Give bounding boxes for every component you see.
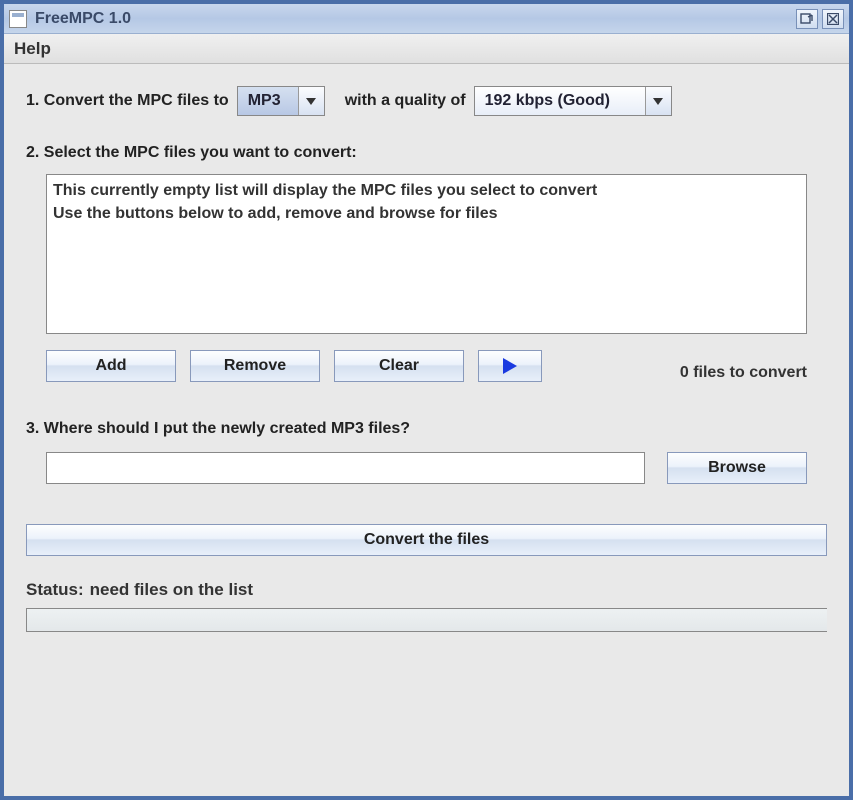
convert-row: Convert the files xyxy=(26,524,827,556)
app-window: FreeMPC 1.0 Help 1. Convert the MPC file… xyxy=(0,0,853,800)
close-button[interactable] xyxy=(822,9,844,29)
file-buttons-row: Add Remove Clear 0 files to convert xyxy=(46,350,807,382)
chevron-down-icon xyxy=(645,87,671,115)
play-button[interactable] xyxy=(478,350,542,382)
format-dropdown[interactable]: MP3 xyxy=(237,86,325,116)
browse-button[interactable]: Browse xyxy=(667,452,807,484)
step3-section: 3. Where should I put the newly created … xyxy=(26,420,827,484)
output-path-input[interactable] xyxy=(46,452,645,484)
play-icon xyxy=(503,358,517,374)
menubar: Help xyxy=(4,34,849,64)
step3-label: 3. Where should I put the newly created … xyxy=(26,420,827,438)
content-area: 1. Convert the MPC files to MP3 with a q… xyxy=(4,64,849,796)
add-button[interactable]: Add xyxy=(46,350,176,382)
file-count: 0 files to convert xyxy=(680,350,807,382)
step1-row: 1. Convert the MPC files to MP3 with a q… xyxy=(26,86,827,116)
file-list-hint2: Use the buttons below to add, remove and… xyxy=(53,202,800,225)
step1-label-mid: with a quality of xyxy=(345,92,466,110)
status-text: need files on the list xyxy=(90,580,253,600)
file-list-hint1: This currently empty list will display t… xyxy=(53,179,800,202)
window-title: FreeMPC 1.0 xyxy=(35,10,796,28)
convert-button[interactable]: Convert the files xyxy=(26,524,827,556)
status-row: Status: need files on the list xyxy=(26,580,827,600)
quality-dropdown[interactable]: 192 kbps (Good) xyxy=(474,86,672,116)
step2-label: 2. Select the MPC files you want to conv… xyxy=(26,144,827,162)
clear-button[interactable]: Clear xyxy=(334,350,464,382)
maximize-button[interactable] xyxy=(796,9,818,29)
quality-value: 192 kbps (Good) xyxy=(475,87,645,115)
close-icon xyxy=(827,13,839,25)
window-controls xyxy=(796,9,844,29)
output-row: Browse xyxy=(46,452,807,484)
chevron-down-icon xyxy=(298,87,324,115)
step1-label-before: 1. Convert the MPC files to xyxy=(26,92,229,110)
format-value: MP3 xyxy=(238,87,298,115)
progress-bar xyxy=(26,608,827,632)
status-label: Status: xyxy=(26,580,84,600)
maximize-icon xyxy=(800,13,814,25)
titlebar[interactable]: FreeMPC 1.0 xyxy=(4,4,849,34)
app-icon xyxy=(9,10,27,28)
remove-button[interactable]: Remove xyxy=(190,350,320,382)
menu-help[interactable]: Help xyxy=(14,39,51,59)
file-list[interactable]: This currently empty list will display t… xyxy=(46,174,807,334)
